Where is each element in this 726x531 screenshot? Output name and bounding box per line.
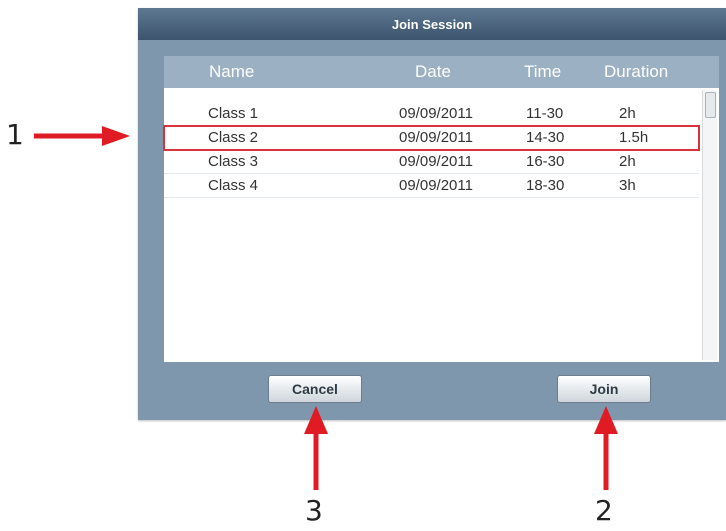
cell-date: 09/09/2011 bbox=[399, 129, 473, 146]
join-session-dialog: Join Session Name Date Time Duration Cla… bbox=[138, 8, 726, 420]
cell-duration: 2h bbox=[619, 105, 636, 122]
annotation-number-1: 1 bbox=[6, 118, 24, 151]
column-header-date[interactable]: Date bbox=[415, 62, 451, 82]
column-header-name[interactable]: Name bbox=[209, 62, 254, 82]
cell-time: 16-30 bbox=[526, 153, 565, 170]
cell-duration: 3h bbox=[619, 177, 636, 194]
list-header: Name Date Time Duration bbox=[164, 56, 719, 88]
annotation-number-3: 3 bbox=[305, 494, 323, 527]
annotation-number-2: 2 bbox=[595, 494, 613, 527]
session-row[interactable]: Class 1 09/09/2011 11-30 2h bbox=[164, 102, 699, 126]
scrollbar-thumb[interactable] bbox=[705, 92, 716, 118]
session-rows: Class 1 09/09/2011 11-30 2h Class 2 09/0… bbox=[163, 102, 700, 198]
join-button[interactable]: Join bbox=[557, 375, 651, 403]
session-row[interactable]: Class 3 09/09/2011 16-30 2h bbox=[164, 150, 699, 174]
column-header-duration[interactable]: Duration bbox=[604, 62, 668, 82]
cell-duration: 1.5h bbox=[619, 129, 649, 146]
cell-time: 14-30 bbox=[526, 129, 565, 146]
cell-date: 09/09/2011 bbox=[399, 177, 473, 194]
cell-date: 09/09/2011 bbox=[399, 153, 473, 170]
cell-date: 09/09/2011 bbox=[399, 105, 473, 122]
session-row-selected[interactable]: Class 2 09/09/2011 14-30 1.5h bbox=[163, 125, 700, 151]
annotation-arrow-up-join-icon bbox=[594, 406, 618, 490]
session-list: Name Date Time Duration Class 1 09/09/20… bbox=[163, 56, 719, 362]
cell-name: Class 4 bbox=[208, 177, 259, 194]
cell-name: Class 1 bbox=[208, 105, 259, 122]
cell-time: 18-30 bbox=[526, 177, 565, 194]
column-header-time[interactable]: Time bbox=[524, 62, 561, 82]
cancel-button[interactable]: Cancel bbox=[268, 375, 362, 403]
cell-name: Class 3 bbox=[208, 153, 259, 170]
annotation-arrow-up-cancel-icon bbox=[304, 406, 328, 490]
annotation-arrow-right-icon bbox=[34, 126, 130, 146]
cell-name: Class 2 bbox=[208, 129, 259, 146]
list-scrollbar[interactable] bbox=[702, 90, 717, 360]
dialog-title: Join Session bbox=[138, 8, 726, 40]
cell-duration: 2h bbox=[619, 153, 636, 170]
cell-time: 11-30 bbox=[526, 105, 564, 122]
session-row[interactable]: Class 4 09/09/2011 18-30 3h bbox=[164, 174, 699, 198]
